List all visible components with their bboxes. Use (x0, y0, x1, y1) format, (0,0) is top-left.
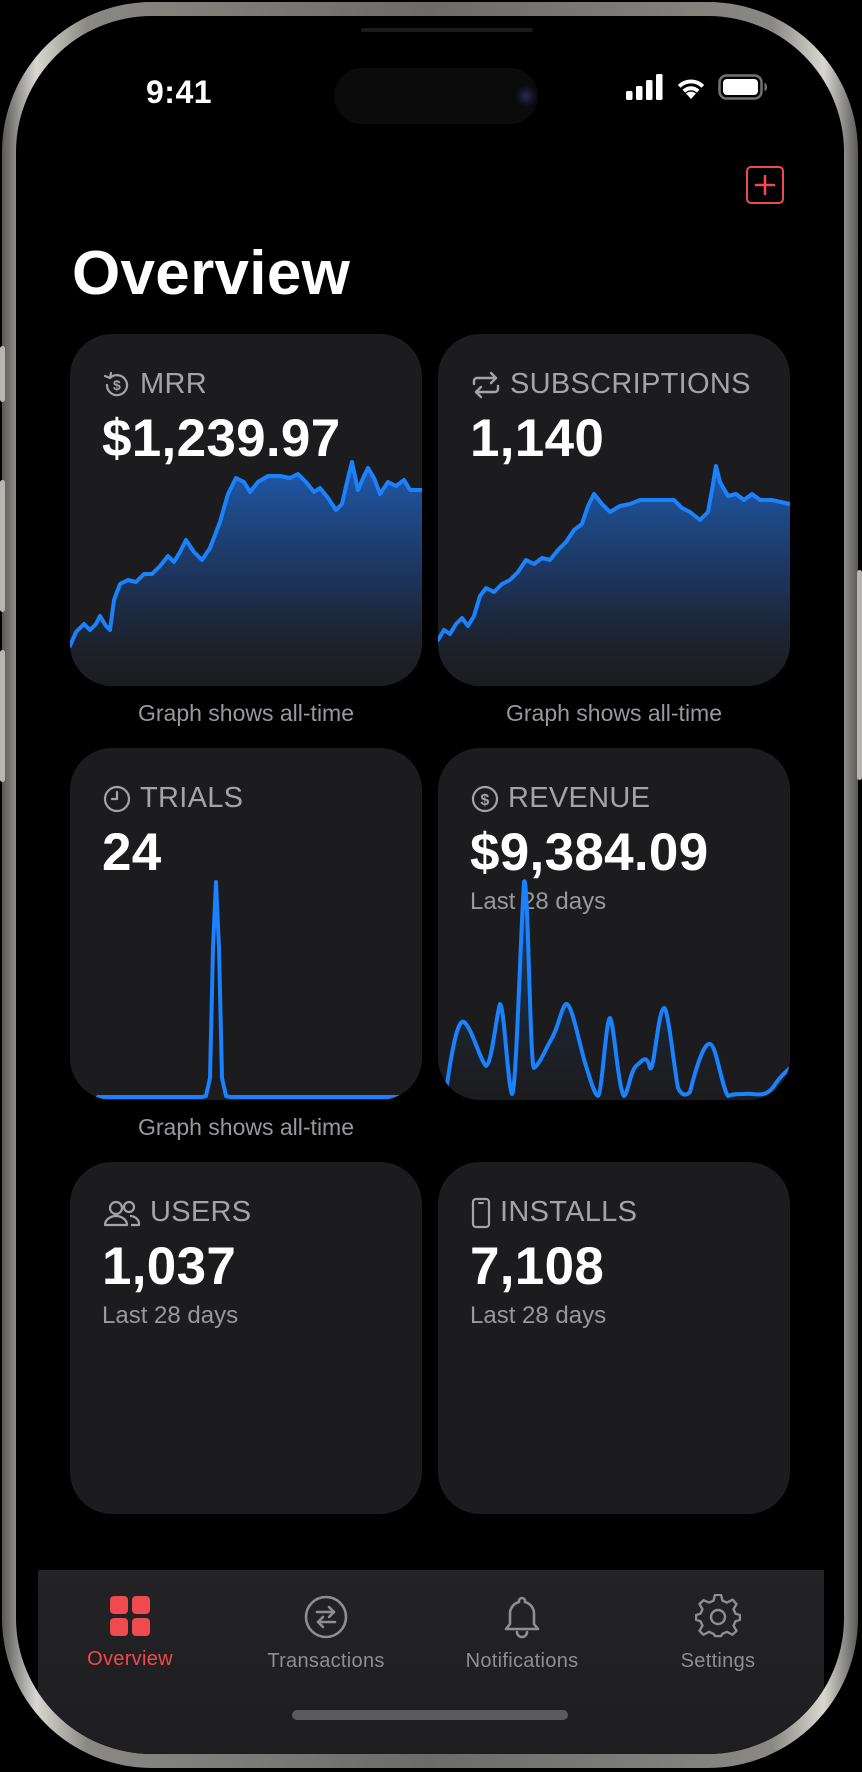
revenue-card[interactable]: $ REVENUE $9,384.09 Last 28 days (438, 748, 790, 1100)
tab-notifications[interactable]: Notifications (432, 1594, 612, 1673)
users-icon (103, 1200, 141, 1226)
front-camera (516, 86, 536, 106)
revenue-chart (444, 879, 790, 1100)
speaker-grille (361, 28, 533, 32)
card-header: INSTALLS (470, 1196, 637, 1229)
subscriptions-caption: Graph shows all-time (505, 700, 723, 726)
trials-caption: Graph shows all-time (137, 1114, 355, 1140)
power-button (857, 570, 862, 780)
users-label: USERS (150, 1196, 252, 1228)
tab-transactions-label: Transactions (267, 1650, 385, 1672)
tab-transactions[interactable]: Transactions (236, 1594, 416, 1673)
bell-icon (504, 1596, 540, 1639)
installs-value: 7,108 (470, 1237, 605, 1296)
installs-subtitle: Last 28 days (470, 1302, 607, 1329)
installs-label: INSTALLS (500, 1196, 638, 1228)
phone-screen: 9:41 Overview $ MRR $1,239.97 Graph show… (16, 16, 844, 1754)
wifi-icon (674, 74, 708, 105)
subscriptions-chart (438, 464, 790, 686)
action-button (0, 346, 5, 402)
gear-icon (695, 1594, 741, 1638)
tab-notifications-label: Notifications (465, 1650, 579, 1672)
mrr-chart (70, 460, 422, 686)
tab-settings-label: Settings (680, 1650, 756, 1672)
add-button[interactable] (746, 166, 784, 204)
tab-bar: Overview Transactions Notifications Sett… (38, 1570, 824, 1754)
trials-card[interactable]: TRIALS 24 (70, 748, 422, 1100)
mrr-area (70, 462, 422, 686)
tab-overview-label: Overview (87, 1648, 173, 1670)
cellular-signal-icon (626, 74, 664, 105)
page-title: Overview (72, 239, 351, 308)
volume-up-button (0, 480, 5, 612)
users-card[interactable]: USERS 1,037 Last 28 days (70, 1162, 422, 1514)
status-time: 9:41 (146, 74, 213, 110)
transactions-icon (304, 1595, 348, 1639)
users-subtitle: Last 28 days (102, 1302, 239, 1329)
tab-overview[interactable]: Overview (40, 1594, 220, 1671)
subscriptions-card[interactable]: SUBSCRIPTIONS 1,140 (438, 334, 790, 686)
trials-chart (96, 880, 422, 1099)
tab-settings[interactable]: Settings (628, 1594, 808, 1673)
dynamic-island (334, 68, 538, 124)
phone-icon (471, 1197, 491, 1228)
status-icons (626, 74, 768, 105)
volume-down-button (0, 650, 5, 782)
trials-line (96, 880, 422, 1099)
battery-icon (718, 74, 768, 105)
plus-square-icon (754, 174, 776, 196)
grid-icon (110, 1596, 150, 1636)
home-indicator[interactable] (292, 1710, 568, 1720)
mrr-card[interactable]: $ MRR $1,239.97 (70, 334, 422, 686)
mrr-caption: Graph shows all-time (137, 700, 355, 726)
installs-card[interactable]: INSTALLS 7,108 Last 28 days (438, 1162, 790, 1514)
subscriptions-area (438, 466, 790, 686)
users-value: 1,037 (102, 1237, 237, 1296)
card-header: USERS (102, 1196, 251, 1229)
